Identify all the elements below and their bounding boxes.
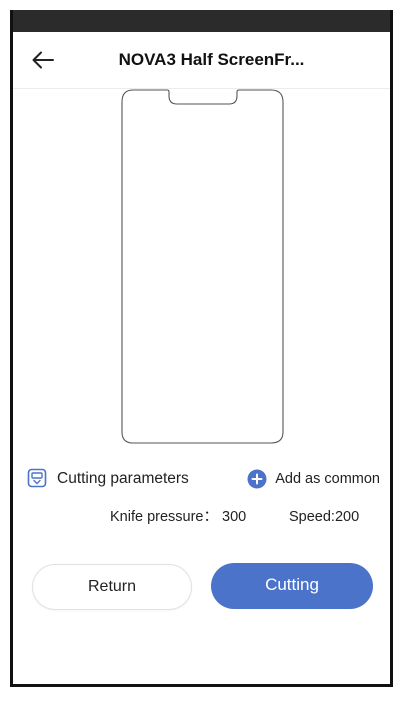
page-title: NOVA3 Half ScreenFr... xyxy=(118,50,305,69)
knife-pressure: Knife pressure： 300 xyxy=(110,504,246,530)
status-bar xyxy=(13,10,390,32)
arrow-left-icon xyxy=(32,51,54,69)
add-as-common-button[interactable]: Add as common xyxy=(247,464,380,494)
app-screen: NOVA3 Half ScreenFr... Cutting parameter… xyxy=(10,10,393,687)
speed: Speed:200 xyxy=(289,504,359,530)
speed-label: Speed: xyxy=(289,509,335,525)
cut-preview-area xyxy=(13,89,390,444)
parameter-values-row: Knife pressure： 300 Speed:200 xyxy=(13,504,390,530)
return-button[interactable]: Return xyxy=(32,564,192,610)
speed-value: 200 xyxy=(334,509,360,525)
knife-pressure-value: 300 xyxy=(222,509,247,525)
add-as-common-label: Add as common xyxy=(275,471,380,487)
cutting-parameters-row: Cutting parameters Add as common xyxy=(13,464,390,494)
back-button[interactable] xyxy=(27,44,59,76)
app-bar: NOVA3 Half ScreenFr... xyxy=(13,32,390,89)
knife-pressure-label: Knife pressure： xyxy=(110,509,218,525)
phone-screen-outline xyxy=(121,89,284,444)
cutting-parameters-label: Cutting parameters xyxy=(57,470,189,487)
plus-circle-icon xyxy=(247,469,267,489)
cutter-device-icon xyxy=(27,468,47,488)
cutting-button[interactable]: Cutting xyxy=(211,563,373,609)
